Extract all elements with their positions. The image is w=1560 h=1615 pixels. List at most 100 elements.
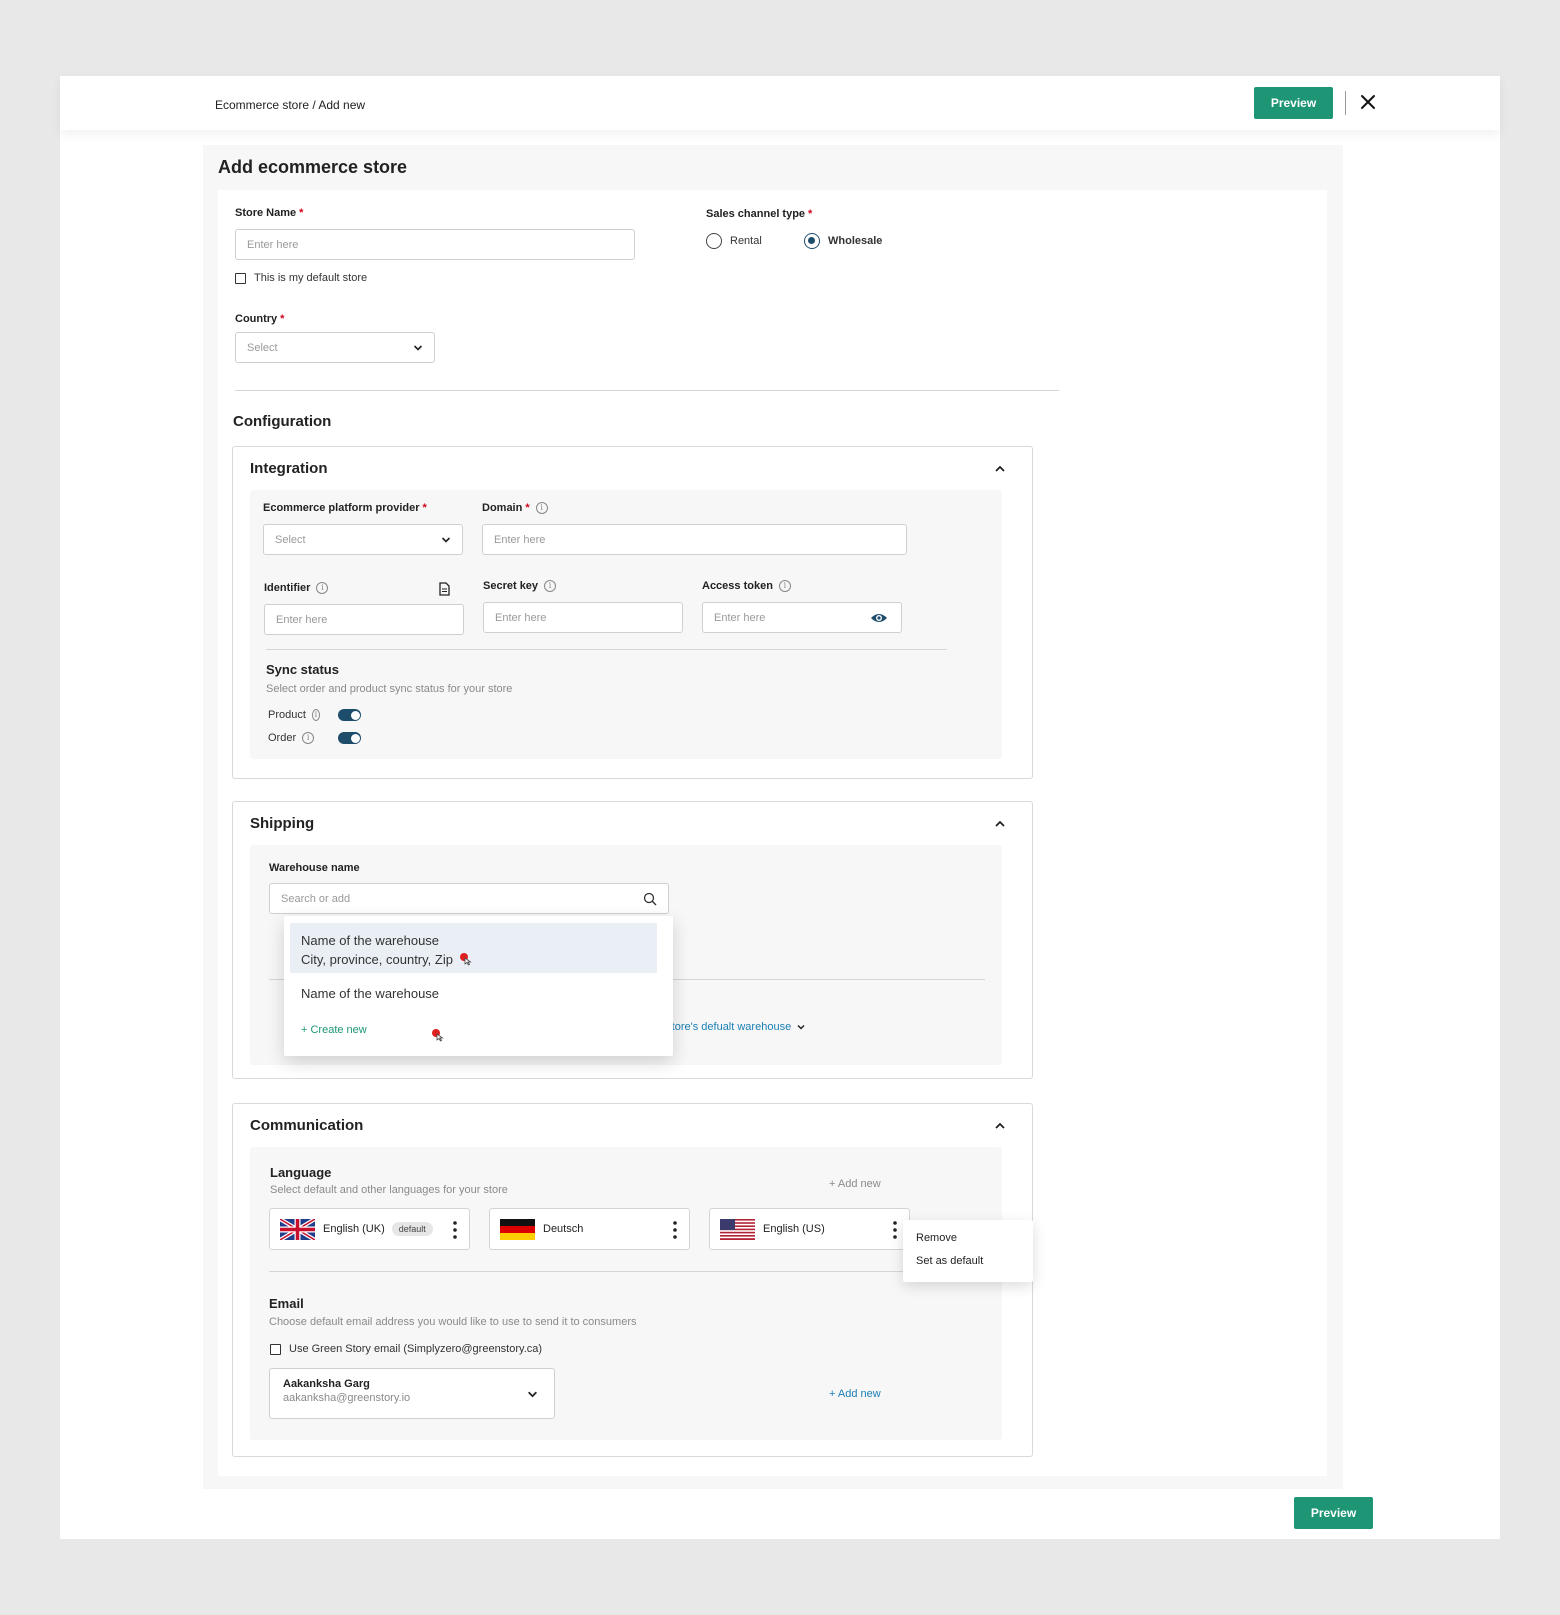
chevron-down-icon [797, 1024, 805, 1030]
store-name-input[interactable]: Enter here [235, 229, 635, 260]
integration-divider [266, 649, 947, 650]
pointer-cursor-icon [432, 1029, 444, 1042]
info-icon[interactable]: i [544, 580, 557, 593]
configuration-title: Configuration [233, 413, 332, 430]
language-chip-uk[interactable]: English (UK) default [269, 1208, 470, 1250]
preview-button-bottom[interactable]: Preview [1294, 1497, 1373, 1529]
integration-title[interactable]: Integration [250, 460, 328, 477]
product-sync-toggle[interactable] [338, 709, 361, 721]
warehouse-search-placeholder: Search or add [281, 892, 351, 905]
radio-rental[interactable]: Rental [706, 233, 762, 249]
language-context-menu: Remove Set as default [903, 1220, 1033, 1282]
email-desc: Choose default email address you would l… [269, 1316, 637, 1328]
shipping-accordion: Shipping Warehouse name Search or add e … [232, 801, 1033, 1079]
radio-wholesale-circle[interactable] [804, 233, 820, 249]
warehouse-option-1[interactable]: Name of the warehouse City, province, co… [290, 923, 657, 973]
sync-order-label: Order [268, 732, 297, 744]
access-token-placeholder: Enter here [714, 611, 766, 624]
menu-set-default[interactable]: Set as default [916, 1255, 983, 1267]
chevron-up-icon[interactable] [994, 818, 1006, 830]
add-email-button[interactable]: + Add new [829, 1388, 881, 1400]
menu-remove[interactable]: Remove [916, 1232, 957, 1244]
language-chip-de[interactable]: Deutsch [489, 1208, 690, 1250]
preview-button-top[interactable]: Preview [1254, 87, 1333, 119]
language-de-label: Deutsch [543, 1223, 584, 1235]
chevron-down-icon [528, 1391, 537, 1398]
language-uk-label: English (UK) [323, 1223, 385, 1235]
country-select[interactable]: Select [235, 332, 435, 363]
provider-select-value: Select [275, 533, 306, 546]
language-chip-us[interactable]: English (US) [709, 1208, 910, 1250]
us-flag-icon [720, 1218, 755, 1240]
domain-label: Domain * i [482, 502, 548, 515]
info-icon[interactable]: i [778, 580, 791, 593]
provider-label: Ecommerce platform provider * [263, 502, 427, 514]
chevron-up-icon[interactable] [994, 463, 1006, 475]
pointer-cursor-icon [460, 953, 472, 966]
chevron-up-icon[interactable] [994, 1120, 1006, 1132]
more-vertical-icon[interactable] [673, 1220, 677, 1240]
radio-wholesale[interactable]: Wholesale [804, 233, 882, 249]
sync-product-label: Product [268, 709, 306, 721]
sync-product-row: Product i [268, 709, 361, 721]
radio-wholesale-label: Wholesale [828, 235, 883, 247]
close-icon[interactable] [1357, 91, 1379, 113]
provider-select[interactable]: Select [263, 524, 463, 555]
breadcrumb[interactable]: Ecommerce store / Add new [215, 98, 365, 112]
communication-title[interactable]: Communication [250, 1117, 363, 1134]
more-vertical-icon[interactable] [453, 1220, 457, 1240]
sales-channel-label: Sales channel type * [706, 208, 813, 220]
secret-key-label: Secret key i [483, 580, 557, 593]
radio-rental-circle[interactable] [706, 233, 722, 249]
secret-key-input[interactable]: Enter here [483, 602, 683, 633]
access-token-label: Access token i [702, 580, 791, 593]
add-language-button[interactable]: + Add new [829, 1178, 881, 1190]
store-name-label: Store Name * [235, 207, 304, 219]
country-label: Country * [235, 313, 285, 325]
info-icon[interactable]: i [302, 732, 315, 744]
language-us-label: English (US) [763, 1223, 825, 1235]
eye-icon[interactable] [870, 612, 888, 624]
green-story-email-label: Use Green Story email (Simplyzero@greens… [289, 1343, 543, 1355]
radio-rental-label: Rental [730, 235, 762, 247]
communication-body: Language Select default and other langua… [250, 1147, 1002, 1440]
germany-flag-icon [500, 1218, 535, 1240]
warehouse-option-2[interactable]: Name of the warehouse [290, 986, 657, 1001]
top-bar: Ecommerce store / Add new Preview [60, 76, 1500, 130]
identifier-label: Identifier i [264, 582, 329, 595]
chevron-down-icon [413, 344, 423, 351]
info-icon[interactable]: i [311, 709, 320, 721]
warehouse-option-1-name: Name of the warehouse [301, 933, 440, 948]
domain-input[interactable]: Enter here [482, 524, 907, 555]
create-new-warehouse[interactable]: + Create new [301, 1024, 367, 1036]
info-icon[interactable]: i [535, 502, 548, 515]
default-warehouse-link[interactable]: e store's defualt warehouse [657, 1021, 806, 1033]
sync-order-row: Order i [268, 732, 361, 744]
integration-accordion: Integration Ecommerce platform provider *… [232, 446, 1033, 779]
info-icon[interactable]: i [316, 582, 329, 595]
default-store-checkbox-row[interactable]: This is my default store [235, 272, 367, 284]
green-story-email-checkbox[interactable] [270, 1343, 281, 1355]
email-select-address: aakanksha@greenstory.io [283, 1392, 411, 1404]
default-store-checkbox-label: This is my default store [254, 272, 368, 284]
integration-body: Ecommerce platform provider * Select Doma… [250, 490, 1002, 759]
sync-status-title: Sync status [266, 662, 339, 677]
search-icon[interactable] [643, 892, 657, 906]
email-select[interactable]: Aakanksha Garg aakanksha@greenstory.io [269, 1368, 555, 1419]
shipping-title[interactable]: Shipping [250, 815, 314, 832]
modal-frame: Ecommerce store / Add new Preview Add ec… [60, 76, 1500, 1539]
divider [1345, 91, 1346, 115]
form-card: Store Name * Enter here This is my defaul… [218, 190, 1327, 1476]
document-icon[interactable] [438, 582, 451, 596]
more-vertical-icon[interactable] [893, 1220, 897, 1240]
form-panel: Add ecommerce store Store Name * Enter he… [203, 145, 1343, 1489]
order-sync-toggle[interactable] [338, 732, 361, 744]
warehouse-option-1-address: City, province, country, Zip [301, 952, 453, 967]
green-story-email-row[interactable]: Use Green Story email (Simplyzero@greens… [270, 1343, 542, 1355]
communication-divider [269, 1271, 985, 1272]
identifier-input[interactable]: Enter here [264, 604, 464, 635]
default-store-checkbox[interactable] [235, 272, 246, 284]
warehouse-search-input[interactable]: Search or add [269, 883, 669, 914]
warehouse-label: Warehouse name [269, 862, 360, 874]
uk-flag-icon [280, 1218, 315, 1240]
